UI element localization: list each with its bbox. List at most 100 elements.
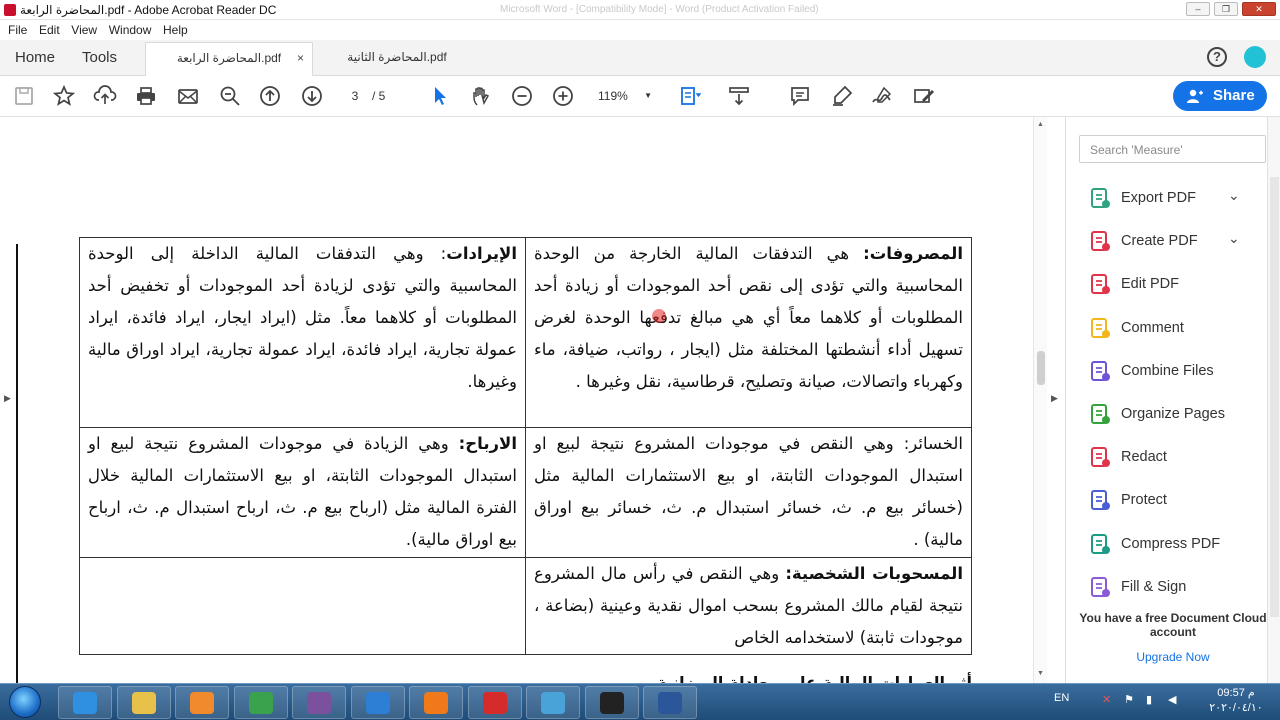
tool-label: Organize Pages [1121,406,1225,422]
tab-document-active[interactable]: المحاضرة الرابعة.pdf × [145,42,313,76]
page-down-icon[interactable] [300,84,324,108]
tool-fill-sign[interactable]: Fill & Sign [1088,575,1258,601]
help-icon[interactable]: ? [1207,47,1227,67]
volume-icon[interactable]: ◀ [1168,693,1182,707]
flag-icon[interactable]: ⚑ [1124,693,1138,707]
menu-window[interactable]: Window [109,23,152,37]
clock[interactable]: 09:57 م ٢٠٢٠/٠٤/١٠ [1205,686,1267,716]
combine-files-icon [1088,359,1112,383]
table-cell-empty [79,557,526,655]
signal-icon[interactable]: ▮ [1146,693,1160,707]
chevron-down-icon[interactable]: ⌄ [1228,187,1240,204]
tab-document-label: المحاضرة الثانية.pdf [347,50,447,64]
tool-redact[interactable]: Redact [1088,445,1258,471]
scroll-up-icon[interactable]: ▲ [1037,121,1044,128]
taskbar-button[interactable] [350,686,405,719]
tab-document[interactable]: المحاضرة الثانية.pdf [313,42,481,76]
tools-pane-scrollbar[interactable] [1267,117,1280,683]
share-label: Share [1213,87,1255,104]
definitions-table: المصروفات: هي التدفقات المالية الخارجة م… [79,237,972,655]
menu-view[interactable]: View [71,23,97,37]
page-number-input[interactable]: 3 [340,86,370,106]
zoom-in-icon[interactable] [551,84,575,108]
restore-button[interactable]: ❐ [1214,2,1238,16]
tool-combine-files[interactable]: Combine Files [1088,359,1258,385]
tool-edit-pdf[interactable]: Edit PDF [1088,272,1258,298]
taskbar-button[interactable] [467,686,522,719]
acrobat-app-icon [4,4,16,16]
right-panel-collapse-icon[interactable]: ▶ [1051,393,1058,404]
zoom-search-icon[interactable] [218,84,242,108]
zoom-out-icon[interactable] [510,84,534,108]
sign-icon[interactable] [870,84,894,108]
tool-comment[interactable]: Comment [1088,316,1258,342]
taskbar-button[interactable] [409,686,463,719]
upgrade-now-link[interactable]: Upgrade Now [1079,650,1267,664]
system-tray: EN ✕ ⚑ ▮ ◀ 09:57 م ٢٠٢٠/٠٤/١٠ [1050,683,1280,720]
comment-icon[interactable] [788,84,812,108]
redact-icon [1088,445,1112,469]
tab-bar: Home Tools المحاضرة الرابعة.pdf × المحاض… [0,40,1280,76]
chevron-down-icon[interactable]: ⌄ [1228,230,1240,247]
window-controls: – ❐ ✕ [1186,2,1276,16]
minimize-button[interactable]: – [1186,2,1210,16]
scroll-mode-icon[interactable] [727,84,751,108]
save-icon[interactable] [12,84,36,108]
taskbar-button[interactable] [584,686,639,719]
table-cell-losses: الخسائر: وهي النقص في موجودات المشروع نت… [525,427,972,558]
taskbar-button[interactable] [292,686,346,719]
tool-label: Comment [1121,319,1184,336]
hand-icon[interactable] [469,84,493,108]
term-label: المصروفات: [863,244,963,263]
background-window-title: Microsoft Word - [Compatibility Mode] - … [500,4,819,15]
tab-tools[interactable]: Tools [82,49,117,66]
taskbar-button[interactable] [58,686,112,719]
start-button[interactable] [2,684,52,720]
share-button[interactable]: Share [1173,81,1267,111]
mail-icon[interactable] [176,84,200,108]
select-cursor-icon[interactable] [428,84,452,108]
taskbar-button[interactable] [233,686,288,719]
photo-viewer-icon [541,692,565,714]
tab-home[interactable]: Home [15,49,55,66]
taskbar-button[interactable] [175,686,229,719]
menu-help[interactable]: Help [163,23,188,37]
taskbar-button[interactable] [116,686,171,719]
menu-file[interactable]: File [8,23,27,37]
scroll-down-icon[interactable]: ▼ [1037,670,1044,677]
star-icon[interactable] [52,84,76,108]
tools-search-input[interactable]: Search 'Measure' [1079,135,1266,163]
print-icon[interactable] [134,84,158,108]
highlight-icon[interactable] [830,84,854,108]
tool-label: Edit PDF [1121,276,1180,293]
tool-compress-pdf[interactable]: Compress PDF [1088,532,1258,558]
tool-label: Export PDF [1121,190,1196,206]
viber-icon [307,692,331,714]
scrollbar-thumb[interactable] [1037,351,1045,385]
fit-page-icon[interactable] [678,84,702,108]
left-panel-toggle-icon[interactable]: ▶ [4,393,11,404]
tool-create-pdf[interactable]: Create PDF ⌄ [1088,229,1258,255]
tool-organize-pages[interactable]: Organize Pages [1088,402,1258,428]
table-row: المسحوبات الشخصية: وهي النقص في رأس مال … [79,557,972,655]
scrollbar-thumb[interactable] [1270,177,1279,617]
language-indicator[interactable]: EN [1054,692,1069,704]
fill-sign-icon[interactable] [912,84,936,108]
menu-edit[interactable]: Edit [39,23,60,37]
zoom-select[interactable]: 119% ▼ [592,86,656,106]
upload-icon[interactable] [93,84,117,108]
term-label: الإيرادات [446,244,517,263]
taskbar-button[interactable] [643,686,697,719]
tool-protect[interactable]: Protect [1088,488,1258,514]
page-up-icon[interactable] [258,84,282,108]
mouse-cursor-highlight-icon [652,309,666,323]
close-window-button[interactable]: ✕ [1242,2,1276,16]
tool-label: Create PDF [1121,233,1198,250]
definition-text: هي التدفقات المالية الخارجة من الوحدة ال… [534,244,963,391]
tool-export-pdf[interactable]: Export PDF ⌄ [1088,186,1258,212]
network-warning-icon[interactable]: ✕ [1102,693,1116,707]
document-scrollbar[interactable]: ▲ ▼ [1033,117,1047,683]
account-avatar-icon[interactable] [1244,46,1266,68]
taskbar-button[interactable] [526,686,580,719]
close-tab-icon[interactable]: × [297,43,304,73]
